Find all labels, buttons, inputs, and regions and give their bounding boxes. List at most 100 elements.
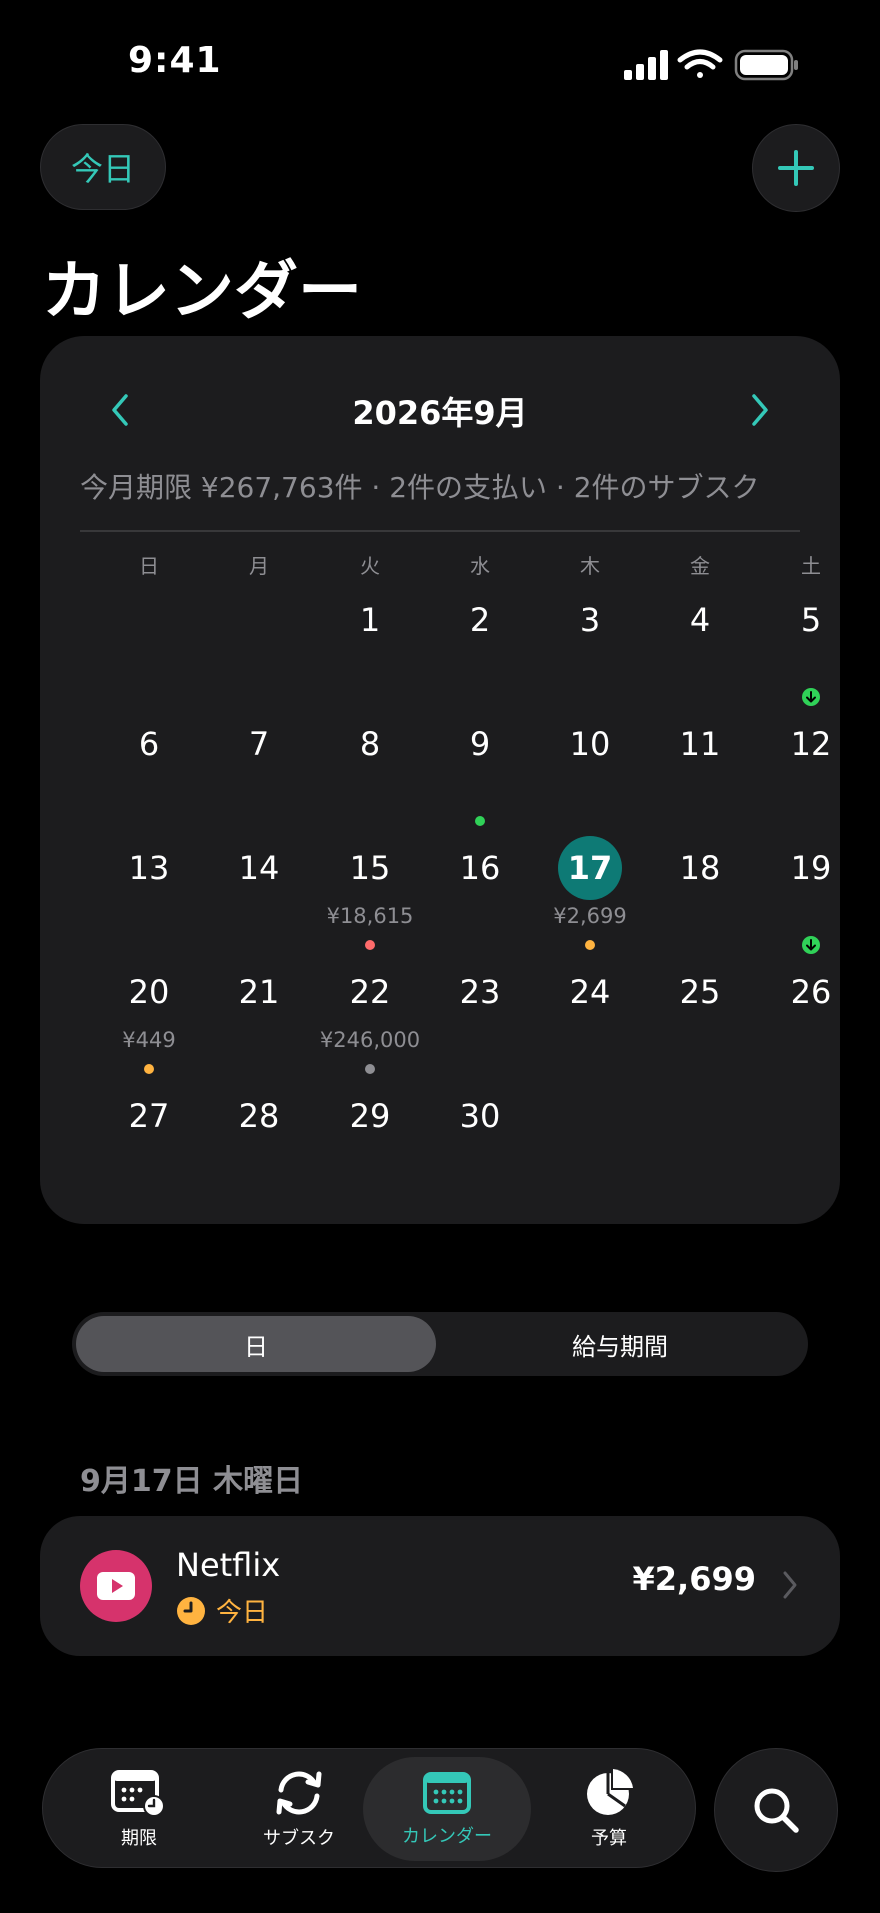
next-month-button[interactable] (730, 380, 790, 440)
day-number: 15 (349, 849, 391, 887)
day-number: 18 (679, 849, 721, 887)
weekday-wed: 水 (470, 554, 490, 578)
weekday-mon: 月 (249, 554, 269, 578)
calendar-day-20[interactable]: 20 ¥449 (94, 960, 204, 1084)
event-dot (585, 940, 595, 950)
calendar-day-3[interactable]: 3 (535, 588, 645, 712)
day-amount: ¥449 (122, 1028, 176, 1052)
calendar-day-19[interactable]: 19 (756, 836, 866, 960)
segment-pay-period[interactable]: 給与期間 (436, 1316, 804, 1372)
day-number: 5 (800, 601, 822, 639)
divider (80, 530, 800, 532)
calendar-day-11[interactable]: 11 (645, 712, 755, 836)
calendar-day-2[interactable]: 2 (425, 588, 535, 712)
calendar-day-13[interactable]: 13 (94, 836, 204, 960)
calendar-day-23[interactable]: 23 (425, 960, 535, 1084)
calendar-day-22[interactable]: 22 ¥246,000 (315, 960, 425, 1084)
calendar-day-7[interactable]: 7 (204, 712, 314, 836)
day-number: 13 (128, 849, 170, 887)
status-icons (624, 49, 798, 81)
search-button[interactable] (714, 1748, 838, 1872)
list-item-netflix[interactable]: Netflix 今日 ¥2,699 (40, 1516, 840, 1656)
calendar-day-28[interactable]: 28 (204, 1084, 314, 1208)
play-icon (80, 1550, 152, 1622)
tab-subscriptions[interactable]: サブスク (215, 1757, 383, 1861)
selected-date-heading: 9月17日 木曜日 (80, 1464, 304, 1499)
day-number: 10 (569, 725, 611, 763)
day-number: 24 (569, 973, 611, 1011)
day-amount: ¥246,000 (319, 1028, 421, 1052)
event-dot (365, 1064, 375, 1074)
income-arrow-icon (802, 936, 820, 954)
day-number: 1 (359, 601, 381, 639)
calendar-day-18[interactable]: 18 (645, 836, 755, 960)
day-number: 27 (128, 1097, 170, 1135)
tab-label: サブスク (263, 1828, 335, 1849)
day-number: 29 (349, 1097, 391, 1135)
tab-due[interactable]: 期限 (55, 1757, 223, 1861)
calendar-day-10[interactable]: 10 (535, 712, 645, 836)
today-button[interactable]: 今日 (40, 124, 166, 210)
tab-budget[interactable]: 予算 (525, 1757, 693, 1861)
item-due: 今日 (176, 1592, 268, 1629)
day-number: 21 (238, 973, 280, 1011)
day-number: 3 (579, 601, 601, 639)
day-number: 22 (349, 973, 391, 1011)
calendar-day-24[interactable]: 24 (535, 960, 645, 1084)
wifi-icon (677, 49, 723, 78)
calendar-day-27[interactable]: 27 (94, 1084, 204, 1208)
battery-icon (734, 49, 798, 81)
calendar-day-25[interactable]: 25 (645, 960, 755, 1084)
plus-icon (778, 150, 814, 186)
day-number: 2 (469, 601, 491, 639)
month-summary: 今月期限 ¥267,763件 · 2件の支払い · 2件のサブスク (80, 471, 760, 504)
day-number: 20 (128, 973, 170, 1011)
day-number: 11 (679, 725, 721, 763)
day-number: 8 (359, 725, 381, 763)
day-number: 12 (790, 725, 832, 763)
day-number-today: 17 (558, 836, 622, 900)
calendar-day-4[interactable]: 4 (645, 588, 755, 712)
item-name: Netflix (176, 1546, 281, 1584)
calendar-day-8[interactable]: 8 (315, 712, 425, 836)
calendar-day-21[interactable]: 21 (204, 960, 314, 1084)
clock-icon (177, 1596, 205, 1625)
weekday-sun: 日 (139, 554, 159, 578)
tab-label: カレンダー (402, 1826, 492, 1847)
page-title: カレンダー (42, 255, 362, 329)
calendar-day-17-selected[interactable]: 17 ¥2,699 (535, 836, 645, 960)
weekday-fri: 金 (690, 554, 710, 578)
weekday-sat: 土 (801, 554, 821, 578)
event-dot (475, 816, 485, 826)
day-number: 7 (248, 725, 270, 763)
calendar-day-6[interactable]: 6 (94, 712, 204, 836)
day-amount: ¥18,615 (326, 904, 414, 928)
calendar-day-16[interactable]: 16 (425, 836, 535, 960)
day-number: 4 (689, 601, 711, 639)
tab-label: 予算 (591, 1828, 627, 1849)
calendar-day-30[interactable]: 30 (425, 1084, 535, 1208)
calendar-day-26[interactable]: 26 (756, 960, 866, 1084)
view-segmented-control: 日 給与期間 (72, 1312, 808, 1376)
event-dot (144, 1064, 154, 1074)
search-icon (754, 1788, 799, 1833)
calendar-day-14[interactable]: 14 (204, 836, 314, 960)
day-number: 6 (138, 725, 160, 763)
calendar-day-15[interactable]: 15 ¥18,615 (315, 836, 425, 960)
calendar-icon (423, 1772, 471, 1814)
day-number: 26 (790, 973, 832, 1011)
calendar-day-29[interactable]: 29 (315, 1084, 425, 1208)
calendar-card: 2026年9月 今月期限 ¥267,763件 · 2件の支払い · 2件のサブス… (40, 336, 840, 1224)
calendar-day-12[interactable]: 12 (756, 712, 866, 836)
tab-label: 期限 (121, 1828, 157, 1849)
cellular-signal-icon (624, 50, 668, 80)
weekday-thu: 木 (580, 554, 600, 578)
status-time: 9:41 (128, 40, 222, 81)
day-number: 9 (469, 725, 491, 763)
add-button[interactable] (752, 124, 840, 212)
tab-calendar[interactable]: カレンダー (363, 1757, 531, 1861)
calendar-day-5[interactable]: 5 (756, 588, 866, 712)
calendar-day-9[interactable]: 9 (425, 712, 535, 836)
calendar-day-1[interactable]: 1 (315, 588, 425, 712)
segment-day[interactable]: 日 (76, 1316, 436, 1372)
